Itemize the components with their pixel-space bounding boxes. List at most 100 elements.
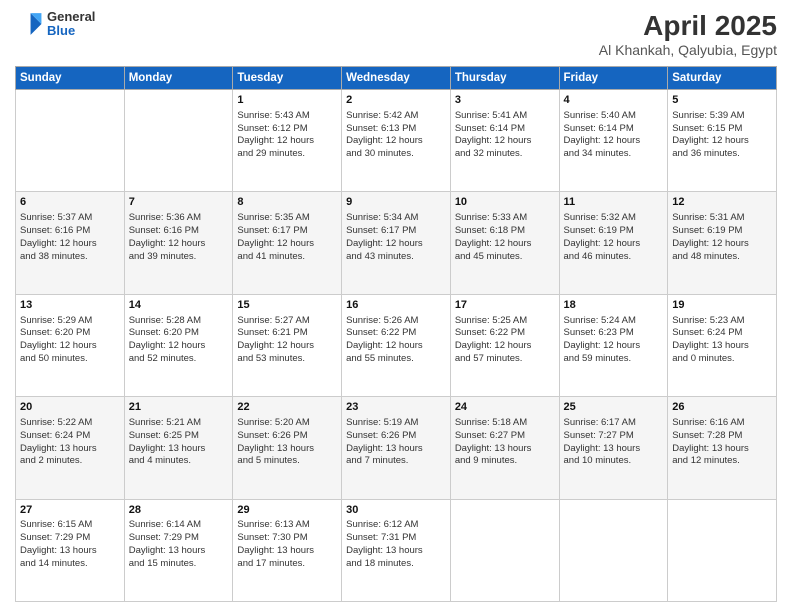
logo-general: General — [47, 10, 95, 24]
day-header-monday: Monday — [124, 67, 233, 90]
day-number: 20 — [20, 400, 120, 415]
day-info-line: Daylight: 13 hours — [129, 545, 229, 558]
day-info-line: Daylight: 13 hours — [20, 443, 120, 456]
day-info-line: and 2 minutes. — [20, 455, 120, 468]
calendar-cell — [124, 90, 233, 192]
calendar-week-row: 6Sunrise: 5:37 AMSunset: 6:16 PMDaylight… — [16, 192, 777, 294]
day-info-line: Sunrise: 5:41 AM — [455, 110, 555, 123]
day-number: 29 — [237, 503, 337, 518]
day-info-line: Sunset: 6:23 PM — [564, 327, 664, 340]
calendar-cell: 5Sunrise: 5:39 AMSunset: 6:15 PMDaylight… — [668, 90, 777, 192]
day-info-line: Sunrise: 5:35 AM — [237, 212, 337, 225]
day-info-line: Sunrise: 5:37 AM — [20, 212, 120, 225]
day-info-line: Daylight: 13 hours — [129, 443, 229, 456]
day-number: 8 — [237, 195, 337, 210]
day-number: 11 — [564, 195, 664, 210]
day-info-line: and 45 minutes. — [455, 251, 555, 264]
day-info-line: Sunset: 6:27 PM — [455, 430, 555, 443]
calendar-cell: 18Sunrise: 5:24 AMSunset: 6:23 PMDayligh… — [559, 294, 668, 396]
day-number: 14 — [129, 298, 229, 313]
title-location: Al Khankah, Qalyubia, Egypt — [599, 42, 777, 58]
day-info-line: Daylight: 12 hours — [455, 340, 555, 353]
day-number: 27 — [20, 503, 120, 518]
day-info-line: Daylight: 13 hours — [20, 545, 120, 558]
day-info-line: Daylight: 12 hours — [346, 340, 446, 353]
calendar-week-row: 1Sunrise: 5:43 AMSunset: 6:12 PMDaylight… — [16, 90, 777, 192]
day-number: 22 — [237, 400, 337, 415]
day-info-line: Daylight: 13 hours — [237, 443, 337, 456]
day-info-line: Sunset: 7:28 PM — [672, 430, 772, 443]
day-info-line: Daylight: 12 hours — [455, 135, 555, 148]
calendar-cell — [16, 90, 125, 192]
day-info-line: Sunrise: 5:20 AM — [237, 417, 337, 430]
day-info-line: Sunrise: 5:42 AM — [346, 110, 446, 123]
day-info-line: and 29 minutes. — [237, 148, 337, 161]
day-info-line: and 15 minutes. — [129, 558, 229, 571]
calendar-cell: 28Sunrise: 6:14 AMSunset: 7:29 PMDayligh… — [124, 499, 233, 601]
calendar-cell: 2Sunrise: 5:42 AMSunset: 6:13 PMDaylight… — [342, 90, 451, 192]
calendar-cell: 22Sunrise: 5:20 AMSunset: 6:26 PMDayligh… — [233, 397, 342, 499]
day-info-line: Sunrise: 5:24 AM — [564, 315, 664, 328]
day-number: 5 — [672, 93, 772, 108]
calendar-cell: 21Sunrise: 5:21 AMSunset: 6:25 PMDayligh… — [124, 397, 233, 499]
day-info-line: Sunset: 6:14 PM — [455, 123, 555, 136]
page: General Blue April 2025 Al Khankah, Qaly… — [0, 0, 792, 612]
calendar-body: 1Sunrise: 5:43 AMSunset: 6:12 PMDaylight… — [16, 90, 777, 602]
logo-text: General Blue — [47, 10, 95, 39]
calendar-cell: 24Sunrise: 5:18 AMSunset: 6:27 PMDayligh… — [450, 397, 559, 499]
day-info-line: and 5 minutes. — [237, 455, 337, 468]
calendar-cell: 19Sunrise: 5:23 AMSunset: 6:24 PMDayligh… — [668, 294, 777, 396]
day-info-line: Sunrise: 5:25 AM — [455, 315, 555, 328]
day-info-line: Sunrise: 5:29 AM — [20, 315, 120, 328]
day-number: 28 — [129, 503, 229, 518]
title-month: April 2025 — [599, 10, 777, 42]
day-info-line: Sunrise: 5:28 AM — [129, 315, 229, 328]
calendar-cell: 17Sunrise: 5:25 AMSunset: 6:22 PMDayligh… — [450, 294, 559, 396]
title-block: April 2025 Al Khankah, Qalyubia, Egypt — [599, 10, 777, 58]
day-info-line: and 0 minutes. — [672, 353, 772, 366]
day-number: 24 — [455, 400, 555, 415]
calendar-cell: 10Sunrise: 5:33 AMSunset: 6:18 PMDayligh… — [450, 192, 559, 294]
day-number: 21 — [129, 400, 229, 415]
day-info-line: and 18 minutes. — [346, 558, 446, 571]
calendar-cell: 9Sunrise: 5:34 AMSunset: 6:17 PMDaylight… — [342, 192, 451, 294]
day-header-saturday: Saturday — [668, 67, 777, 90]
day-info-line: Daylight: 12 hours — [564, 135, 664, 148]
calendar-cell: 30Sunrise: 6:12 AMSunset: 7:31 PMDayligh… — [342, 499, 451, 601]
day-number: 10 — [455, 195, 555, 210]
day-info-line: Sunrise: 5:26 AM — [346, 315, 446, 328]
day-info-line: Daylight: 12 hours — [564, 238, 664, 251]
day-info-line: Sunset: 6:12 PM — [237, 123, 337, 136]
logo-icon — [15, 10, 43, 38]
calendar-cell: 15Sunrise: 5:27 AMSunset: 6:21 PMDayligh… — [233, 294, 342, 396]
day-info-line: Sunset: 6:13 PM — [346, 123, 446, 136]
calendar-cell: 20Sunrise: 5:22 AMSunset: 6:24 PMDayligh… — [16, 397, 125, 499]
day-info-line: Sunset: 6:26 PM — [346, 430, 446, 443]
day-info-line: Sunset: 6:16 PM — [20, 225, 120, 238]
day-info-line: and 50 minutes. — [20, 353, 120, 366]
day-info-line: Sunrise: 5:19 AM — [346, 417, 446, 430]
calendar-cell: 3Sunrise: 5:41 AMSunset: 6:14 PMDaylight… — [450, 90, 559, 192]
day-info-line: Daylight: 13 hours — [455, 443, 555, 456]
day-info-line: Sunrise: 5:36 AM — [129, 212, 229, 225]
day-info-line: Sunrise: 6:14 AM — [129, 519, 229, 532]
day-info-line: Sunrise: 5:27 AM — [237, 315, 337, 328]
day-info-line: Daylight: 12 hours — [20, 340, 120, 353]
day-info-line: Sunset: 6:25 PM — [129, 430, 229, 443]
day-info-line: and 43 minutes. — [346, 251, 446, 264]
day-info-line: Daylight: 12 hours — [237, 340, 337, 353]
day-info-line: and 12 minutes. — [672, 455, 772, 468]
day-info-line: Sunrise: 5:40 AM — [564, 110, 664, 123]
day-info-line: and 17 minutes. — [237, 558, 337, 571]
day-info-line: and 34 minutes. — [564, 148, 664, 161]
day-info-line: Sunset: 6:20 PM — [20, 327, 120, 340]
day-info-line: Sunset: 7:30 PM — [237, 532, 337, 545]
day-info-line: Sunset: 6:24 PM — [20, 430, 120, 443]
day-info-line: and 30 minutes. — [346, 148, 446, 161]
day-header-wednesday: Wednesday — [342, 67, 451, 90]
day-info-line: Daylight: 13 hours — [564, 443, 664, 456]
day-info-line: Daylight: 12 hours — [20, 238, 120, 251]
day-info-line: Sunset: 7:31 PM — [346, 532, 446, 545]
day-info-line: and 38 minutes. — [20, 251, 120, 264]
calendar-table: SundayMondayTuesdayWednesdayThursdayFrid… — [15, 66, 777, 602]
